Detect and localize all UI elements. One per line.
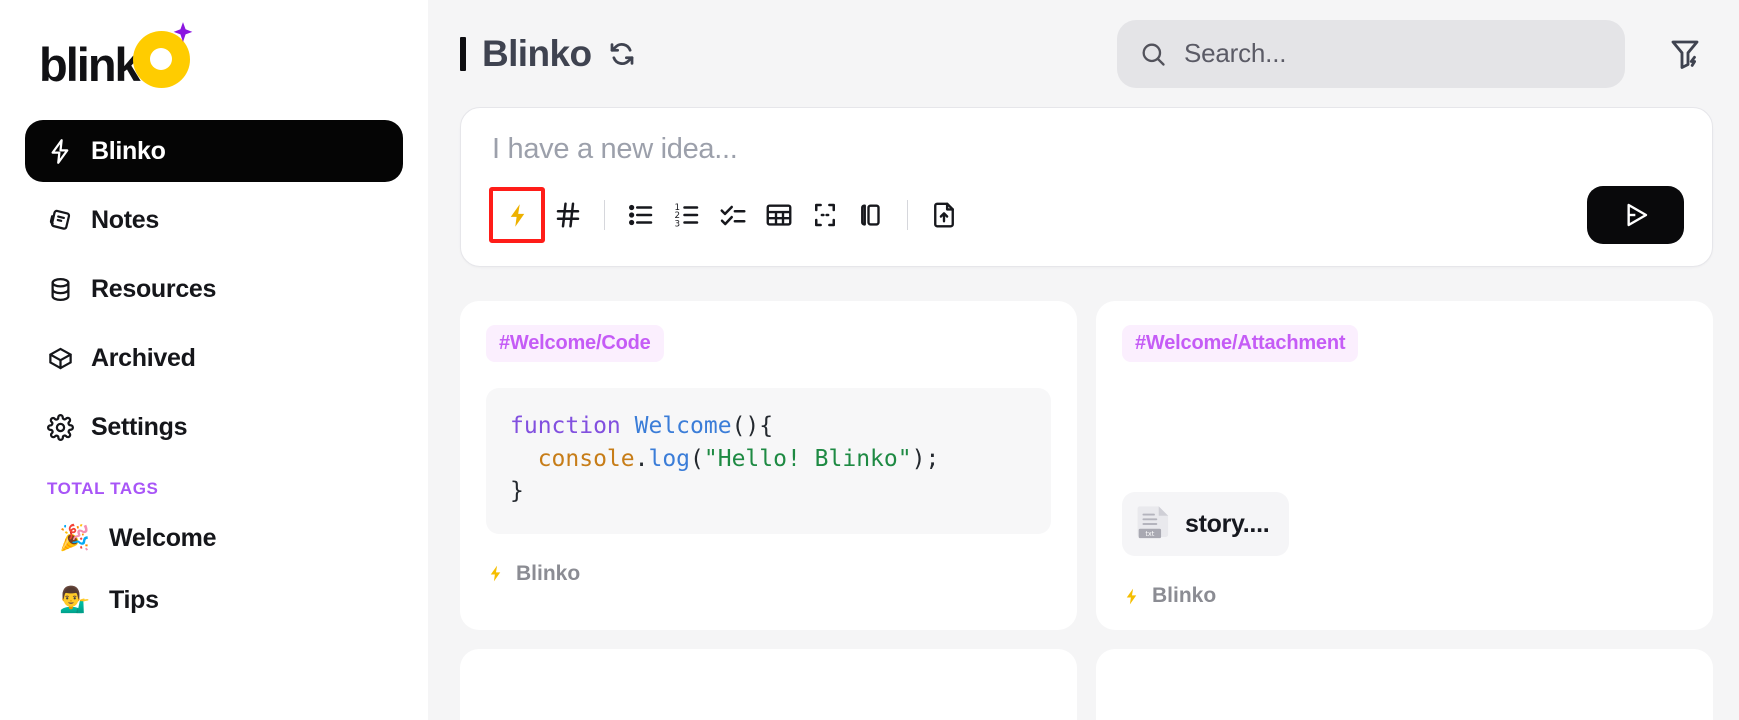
code-token: "Hello! Blinko" (704, 446, 912, 472)
code-token: . (635, 446, 649, 472)
sidebar-item-label: Settings (91, 413, 187, 442)
sidebar-tag-label: Welcome (109, 524, 216, 553)
note-card[interactable] (460, 649, 1077, 720)
numbered-list-icon: 123 (672, 200, 702, 230)
note-source-label: Blinko (516, 562, 580, 586)
note-card[interactable] (1096, 649, 1713, 720)
table-button[interactable] (756, 192, 802, 238)
sidebar-item-label: Notes (91, 206, 159, 235)
search-icon (1139, 40, 1167, 68)
note-source-label: Blinko (1152, 584, 1216, 608)
hash-icon (553, 200, 583, 230)
note-editor[interactable]: I have a new idea... 123 (460, 107, 1713, 267)
note-card[interactable]: #Welcome/Attachment txt story.... (1096, 301, 1713, 630)
bullet-list-icon (626, 200, 656, 230)
table-icon (764, 200, 794, 230)
filter-button[interactable] (1657, 26, 1713, 82)
note-attachment[interactable]: txt story.... (1122, 492, 1289, 556)
note-code-block: function Welcome(){ console.log("Hello! … (486, 388, 1051, 534)
columns-icon (856, 200, 886, 230)
code-token: log (648, 446, 690, 472)
checklist-icon (718, 200, 748, 230)
file-type-label: txt (1145, 530, 1154, 538)
attachment-filename: story.... (1185, 510, 1269, 539)
sidebar-item-label: Archived (91, 344, 196, 373)
code-token: } (510, 478, 524, 504)
editor-placeholder: I have a new idea... (489, 133, 1684, 166)
code-token: Welcome (635, 413, 732, 439)
sidebar-item-blinko[interactable]: Blinko (25, 120, 403, 182)
numbered-list-button[interactable]: 123 (664, 192, 710, 238)
page-title-group: Blinko (460, 33, 637, 75)
party-popper-icon: 🎉 (59, 524, 89, 553)
text-file-icon: txt (1136, 504, 1172, 544)
sidebar-tag-tips[interactable]: 💁‍♂️ Tips (25, 569, 403, 631)
top-bar: Blinko Search... (428, 0, 1739, 107)
code-token: (){ (732, 413, 774, 439)
note-type-button[interactable] (545, 192, 591, 238)
sidebar-tag-label: Tips (109, 586, 159, 615)
sidebar-item-resources[interactable]: Resources (25, 258, 403, 320)
sidebar-item-archived[interactable]: Archived (25, 327, 403, 389)
main-area: Blinko Search... I have a new idea... (428, 0, 1739, 720)
app-root: blink Blinko Notes Resources (0, 0, 1739, 720)
logo-text: blink (39, 41, 139, 88)
search-placeholder: Search... (1184, 38, 1286, 69)
note-footer: Blinko (1122, 584, 1687, 608)
send-icon (1620, 199, 1652, 231)
checklist-button[interactable] (710, 192, 756, 238)
note-card[interactable]: #Welcome/Code function Welcome(){ consol… (460, 301, 1077, 630)
sidebar-item-notes[interactable]: Notes (25, 189, 403, 251)
toolbar-divider (604, 200, 605, 230)
code-token: ( (690, 446, 704, 472)
search-input[interactable]: Search... (1117, 20, 1625, 88)
filter-lightning-icon (1667, 36, 1703, 72)
toolbar-divider (907, 200, 908, 230)
lightning-icon (47, 138, 74, 165)
editor-toolbar: 123 (489, 186, 1684, 244)
code-token: console (510, 446, 635, 472)
lightning-icon (504, 202, 531, 229)
sidebar-tag-welcome[interactable]: 🎉 Welcome (25, 507, 403, 569)
code-brackets-icon (810, 200, 840, 230)
sidebar: blink Blinko Notes Resources (0, 0, 428, 720)
note-body-spacer (1122, 362, 1687, 492)
title-accent-bar (460, 37, 466, 71)
sparkle-icon (169, 21, 197, 49)
send-button[interactable] (1587, 186, 1684, 244)
sidebar-item-settings[interactable]: Settings (25, 396, 403, 458)
lightning-icon (486, 564, 505, 583)
code-token: ); (912, 446, 940, 472)
upload-button[interactable] (921, 192, 967, 238)
file-upload-icon (929, 200, 959, 230)
tags-section-heading: TOTAL TAGS (25, 465, 403, 507)
bullet-list-button[interactable] (618, 192, 664, 238)
app-logo[interactable]: blink (25, 0, 403, 118)
sidebar-item-label: Blinko (91, 137, 166, 166)
sidebar-item-label: Resources (91, 275, 216, 304)
note-footer: Blinko (486, 562, 1051, 586)
code-token: function (510, 413, 635, 439)
lightning-icon (1122, 587, 1141, 606)
info-person-icon: 💁‍♂️ (59, 586, 89, 615)
database-icon (47, 276, 74, 303)
code-block-button[interactable] (802, 192, 848, 238)
notes-grid: #Welcome/Code function Welcome(){ consol… (460, 301, 1713, 720)
note-tag-chip[interactable]: #Welcome/Attachment (1122, 325, 1358, 362)
page-title: Blinko (482, 33, 591, 75)
columns-button[interactable] (848, 192, 894, 238)
content-area: I have a new idea... 123 (428, 107, 1739, 720)
blinko-type-button[interactable] (489, 187, 545, 243)
note-tag-chip[interactable]: #Welcome/Code (486, 325, 664, 362)
refresh-icon[interactable] (607, 39, 637, 69)
sidebar-nav: Blinko Notes Resources Archived Settings (25, 120, 403, 458)
logo-o-mark (133, 31, 190, 88)
svg-text:3: 3 (675, 219, 681, 229)
box-icon (47, 345, 74, 372)
gear-icon (47, 414, 74, 441)
notes-icon (47, 207, 74, 234)
